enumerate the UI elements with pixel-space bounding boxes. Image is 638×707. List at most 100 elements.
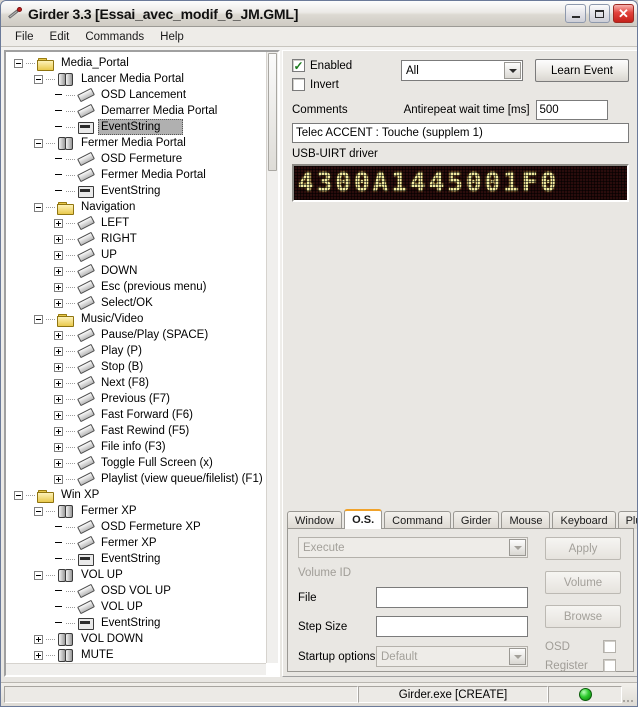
tab-window[interactable]: Window [287,511,343,529]
tree-node[interactable]: Fast Rewind (F5) [8,423,266,439]
tree-node[interactable]: Navigation [8,199,266,215]
tree-node[interactable]: DOWN [8,263,266,279]
tab-mouse[interactable]: Mouse [501,511,551,529]
apply-button[interactable]: Apply [545,537,621,560]
expand-icon[interactable] [54,330,63,340]
tree-node[interactable]: Win XP [8,487,266,503]
browse-button[interactable]: Browse [545,605,621,628]
tree-node[interactable]: Fermer Media Portal [8,167,266,183]
tree-node[interactable]: Fermer XP [8,535,266,551]
expand-icon[interactable] [54,458,63,468]
tab-plugins[interactable]: Plugins [617,511,637,529]
menu-item-file[interactable]: File [7,29,42,45]
expand-icon[interactable] [34,634,43,644]
expand-icon[interactable] [54,410,63,420]
collapse-icon[interactable] [34,138,43,148]
tree-node[interactable]: Fermer Media Portal [8,135,266,151]
tree-node[interactable]: VOL DOWN [8,631,266,647]
expand-icon[interactable] [54,394,63,404]
collapse-icon[interactable] [34,314,43,324]
expand-icon[interactable] [54,298,63,308]
tree-node[interactable]: Media_Portal [8,55,266,71]
tree-node[interactable]: Toggle Full Screen (x) [8,455,266,471]
tree-node[interactable]: Fermer XP [8,503,266,519]
collapse-icon[interactable] [14,58,23,68]
chevron-down-icon[interactable] [509,648,526,665]
tree-node[interactable]: OSD Fermeture [8,151,266,167]
tree-node[interactable]: EventString [8,615,266,631]
tree-node[interactable]: UP [8,247,266,263]
volume-button[interactable]: Volume [545,571,621,594]
tree-horizontal-scrollbar[interactable] [6,663,266,675]
chevron-down-icon[interactable] [504,62,521,79]
tab-command[interactable]: Command [384,511,451,529]
tree-node[interactable]: OSD Fermeture XP [8,519,266,535]
tree-node[interactable]: LEFT [8,215,266,231]
invert-checkbox[interactable]: Invert [292,78,387,91]
expand-icon[interactable] [54,218,63,228]
macro-tree[interactable]: Media_Portal Lancer Media Portal OSD Lance… [6,52,266,663]
tree-node[interactable]: Fast Forward (F6) [8,407,266,423]
expand-icon[interactable] [54,234,63,244]
minimize-button[interactable] [565,4,586,23]
expand-icon[interactable] [54,474,63,484]
tree-node[interactable]: VOL UP [8,567,266,583]
tree-node[interactable]: EventString [8,119,266,135]
tree-node[interactable]: Music/Video [8,311,266,327]
register-checkbox[interactable]: Register [545,659,621,672]
tree-node[interactable]: MUTE [8,647,266,663]
tab-keyboard[interactable]: Keyboard [552,511,616,529]
os-action-select[interactable]: Execute [298,537,528,558]
tree-node[interactable]: Select/OK [8,295,266,311]
tree-node[interactable]: Next (F8) [8,375,266,391]
tree-node[interactable]: RIGHT [8,231,266,247]
antirepeat-input[interactable]: 500 [535,100,608,120]
expand-icon[interactable] [54,426,63,436]
tree-node[interactable]: EventString [8,551,266,567]
expand-icon[interactable] [54,442,63,452]
tree-node[interactable]: Esc (previous menu) [8,279,266,295]
collapse-icon[interactable] [34,506,43,516]
tree-node[interactable]: OSD Lancement [8,87,266,103]
startup-options-select[interactable]: Default [376,646,528,667]
tree-node[interactable]: EventString [8,183,266,199]
learn-event-button[interactable]: Learn Event [535,59,629,82]
tree-node[interactable]: OSD VOL UP [8,583,266,599]
comments-input[interactable]: Telec ACCENT : Touche (supplem 1) [292,123,629,143]
osd-checkbox[interactable]: OSD [545,640,621,653]
expand-icon[interactable] [54,378,63,388]
collapse-icon[interactable] [34,74,43,84]
tree-node[interactable]: Demarrer Media Portal [8,103,266,119]
tree-node[interactable]: VOL UP [8,599,266,615]
resize-grip[interactable] [622,686,634,703]
tree-vertical-scrollbar[interactable] [266,52,278,663]
tree-node[interactable]: Previous (F7) [8,391,266,407]
expand-icon[interactable] [54,362,63,372]
tree-node[interactable]: Pause/Play (SPACE) [8,327,266,343]
expand-icon[interactable] [54,282,63,292]
tab-o-s[interactable]: O.S. [344,509,383,529]
chevron-down-icon[interactable] [509,539,526,556]
file-input[interactable] [376,587,528,608]
close-button[interactable]: ✕ [613,4,634,23]
tree-node[interactable]: Playlist (view queue/filelist) (F1) [8,471,266,487]
tab-girder[interactable]: Girder [452,511,500,529]
collapse-icon[interactable] [34,202,43,212]
expand-icon[interactable] [54,266,63,276]
menu-item-help[interactable]: Help [152,29,192,45]
menu-item-commands[interactable]: Commands [77,29,152,45]
device-filter-select[interactable]: All [401,60,523,81]
menu-item-edit[interactable]: Edit [42,29,78,45]
expand-icon[interactable] [54,346,63,356]
step-size-input[interactable] [376,616,528,637]
expand-icon[interactable] [34,650,43,660]
tree-node[interactable]: Play (P) [8,343,266,359]
collapse-icon[interactable] [34,570,43,580]
tree-node[interactable]: File info (F3) [8,439,266,455]
tree-node[interactable]: Stop (B) [8,359,266,375]
collapse-icon[interactable] [14,490,23,500]
tree-vertical-scroll-thumb[interactable] [268,53,277,171]
enabled-checkbox[interactable]: ✓ Enabled [292,59,387,72]
tree-node[interactable]: Lancer Media Portal [8,71,266,87]
expand-icon[interactable] [54,250,63,260]
